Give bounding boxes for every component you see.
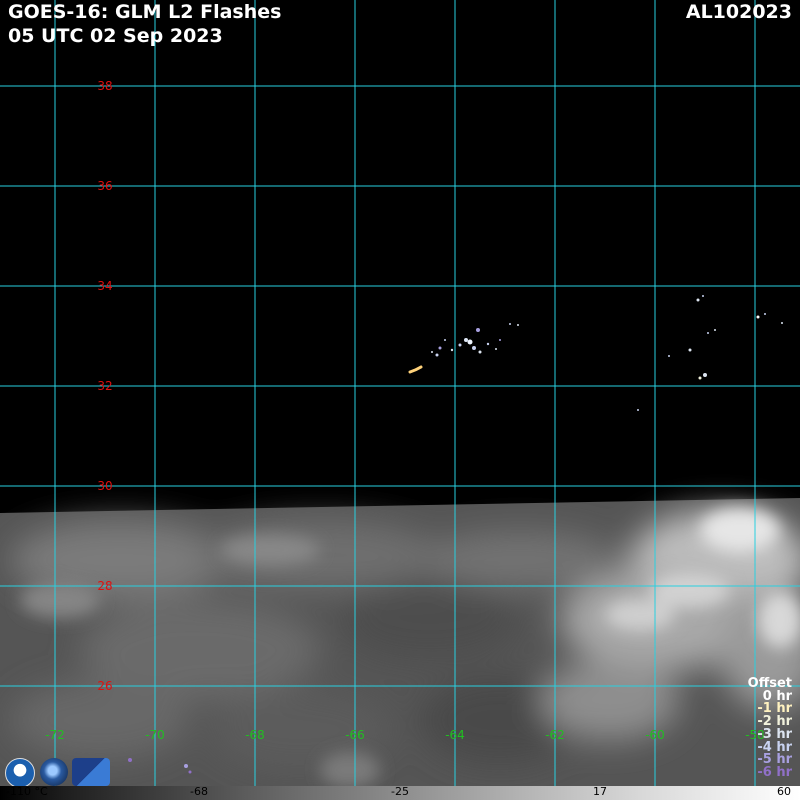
flash-streak [408, 365, 423, 374]
flash-point [509, 323, 511, 325]
flash-point [517, 324, 519, 326]
colorbar-label: -68 [190, 785, 208, 798]
lon-label: -66 [345, 728, 365, 742]
colorbar-label: 17 [593, 785, 607, 798]
flash-point [688, 348, 692, 352]
flash-point [128, 758, 132, 762]
flash-point [781, 322, 783, 324]
flash-point [188, 770, 192, 774]
lon-label: -72 [45, 728, 65, 742]
flash-point [184, 764, 188, 768]
colorbar-label: -110 °C [6, 785, 48, 798]
lat-label: 38 [97, 79, 112, 93]
storm-id: AL102023 [685, 1, 792, 23]
flash-point [476, 328, 480, 332]
flash-point [472, 346, 476, 350]
flash-point [467, 339, 473, 345]
flash-point [486, 342, 490, 346]
nesdis-logo [40, 758, 68, 786]
lat-label: 32 [97, 379, 112, 393]
lat-label: 34 [97, 279, 112, 293]
legend-item: -6 hr [757, 764, 792, 780]
map-canvas: 38 36 34 32 30 28 26 -72 -70 -68 -66 -64… [0, 0, 800, 800]
flash-point [444, 339, 446, 341]
flash-point [450, 348, 454, 352]
flash-point [464, 338, 468, 342]
flash-point [495, 348, 497, 350]
lat-label: 26 [97, 679, 112, 693]
flash-point [702, 295, 704, 297]
flash-point [668, 355, 670, 357]
lon-label: -70 [145, 728, 165, 742]
product-title: GOES-16: GLM L2 Flashes [8, 1, 282, 23]
lon-label: -68 [245, 728, 265, 742]
flash-point [499, 339, 501, 341]
lat-label: 28 [97, 579, 112, 593]
lon-label: -60 [645, 728, 665, 742]
noaa-logo [5, 758, 35, 788]
satellite-imagery [0, 498, 800, 800]
temperature-colorbar: -110 °C -68 -25 17 60 [0, 785, 800, 800]
flash-point [764, 313, 766, 315]
flash-point [696, 298, 700, 302]
flash-point [458, 343, 462, 347]
flash-point [478, 350, 482, 354]
flash-point [698, 376, 702, 380]
flash-point [637, 409, 639, 411]
flash-point [707, 332, 709, 334]
flash-point [431, 351, 433, 353]
flash-point [703, 373, 707, 377]
colorbar-label: -25 [391, 785, 409, 798]
lat-label: 36 [97, 179, 112, 193]
time-offset-legend: Offset 0 hr -1 hr -2 hr -3 hr -4 hr -5 h… [748, 677, 792, 780]
flash-point [756, 315, 760, 319]
flash-point [435, 353, 439, 357]
colorbar-label: 60 [777, 785, 791, 798]
flash-point [438, 346, 442, 350]
cira-logo [72, 758, 110, 786]
lon-label: -62 [545, 728, 565, 742]
lon-label: -64 [445, 728, 465, 742]
valid-time: 05 UTC 02 Sep 2023 [8, 25, 223, 47]
flash-point [714, 329, 716, 331]
lat-label: 30 [97, 479, 112, 493]
